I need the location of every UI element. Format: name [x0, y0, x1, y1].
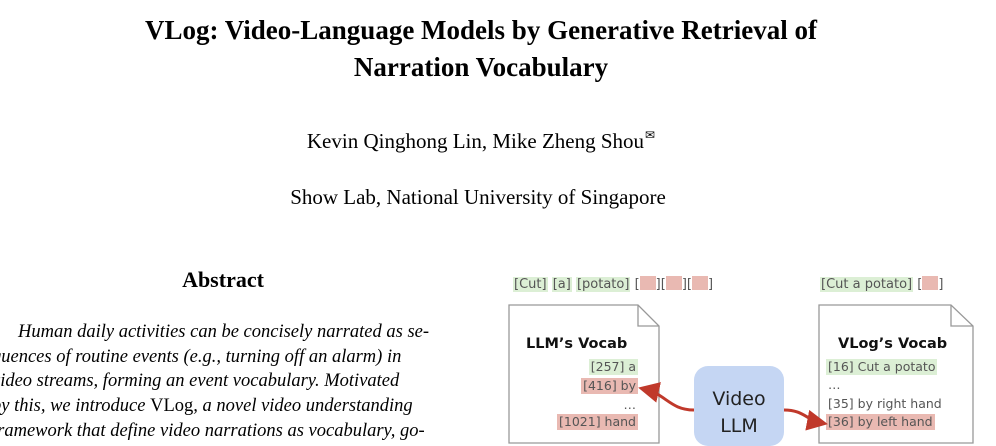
arrow-to-vlog-vocab [783, 408, 828, 431]
method-name: VLog [150, 396, 194, 417]
abstract-line: video streams, forming an event vocabula… [0, 371, 400, 392]
abstract-line: quences of routine events (e.g., turning… [0, 346, 402, 367]
authors-text: Kevin Qinghong Lin, Mike Zheng Shou [306, 129, 645, 153]
abstract-line: by this, we introduce VLog, a novel vide… [0, 394, 460, 419]
title-line-2: Narration Vocabulary [353, 52, 609, 82]
arrow-to-llm-vocab [638, 382, 695, 412]
abstract-text: , a novel video understanding [193, 396, 413, 417]
abstract-text: by this, we introduce [0, 396, 151, 417]
author-list: Kevin Qinghong Lin, Mike Zheng Shou✉ [0, 128, 962, 154]
paper-title: VLog: Video-Language Models by Generativ… [0, 12, 962, 86]
teaser-figure: [Cut] [a] [potato] [][][] [Cut a potato]… [470, 262, 996, 446]
affiliation: Show Lab, National University of Singapo… [290, 185, 666, 209]
abstract-line: Human daily activities can be concisely … [18, 322, 430, 342]
title-line-1: VLog: Video-Language Models by Generativ… [145, 15, 817, 45]
abstract-heading: Abstract [182, 267, 264, 292]
envelope-icon: ✉ [645, 128, 656, 142]
retrieval-arrows [638, 382, 828, 431]
abstract-body: Human daily activities can be concisely … [0, 320, 460, 444]
abstract-line: framework that define video narrations a… [0, 420, 425, 441]
